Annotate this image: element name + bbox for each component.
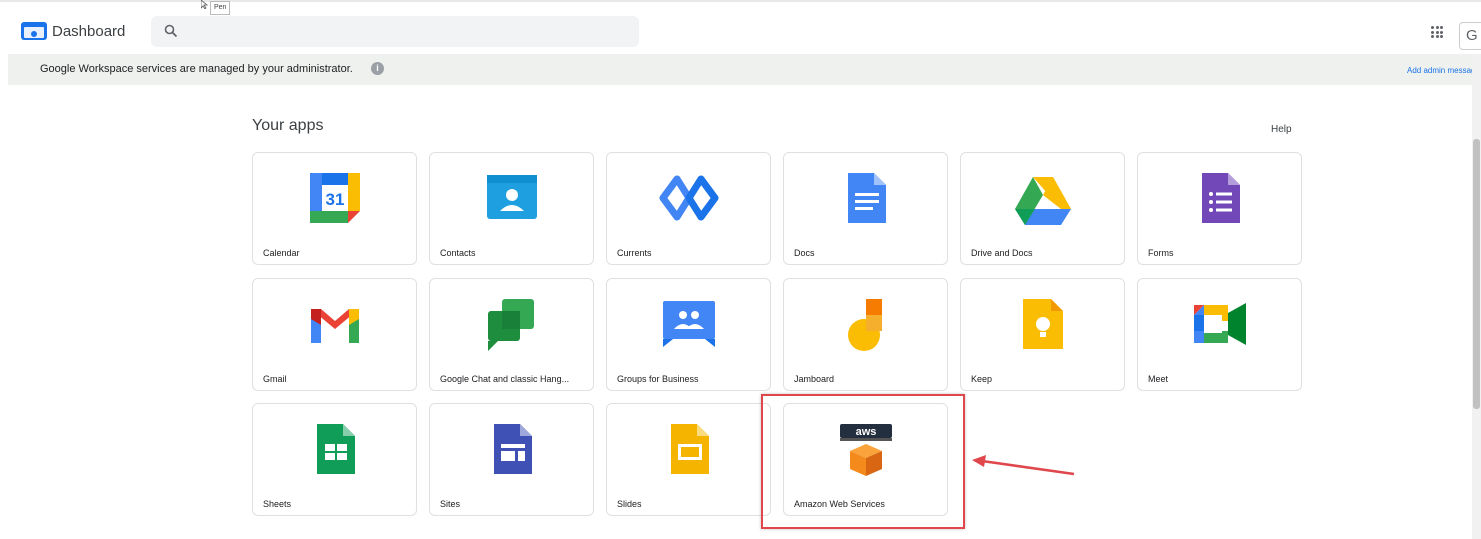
- app-label: Calendar: [263, 248, 300, 258]
- scrollbar-thumb[interactable]: [1473, 139, 1480, 409]
- info-icon[interactable]: i: [371, 62, 384, 75]
- help-link[interactable]: Help: [1271, 124, 1292, 135]
- app-label: Jamboard: [794, 374, 835, 384]
- app-launcher-icon[interactable]: [1431, 26, 1443, 38]
- app-label: Meet: [1148, 374, 1169, 384]
- app-tile-jamboard[interactable]: Jamboard: [783, 278, 948, 391]
- app-label: Sites: [440, 499, 461, 509]
- forms-icon: [1201, 173, 1240, 223]
- app-label: Contacts: [440, 248, 476, 258]
- currents-icon: [659, 175, 718, 221]
- app-label: Forms: [1148, 248, 1174, 258]
- keep-icon: [1022, 299, 1063, 349]
- chat-icon: [487, 299, 534, 351]
- contacts-icon: [486, 175, 537, 219]
- app-tile-currents[interactable]: Currents: [606, 152, 771, 265]
- app-label: Slides: [617, 499, 642, 509]
- app-tile-slides[interactable]: Slides: [606, 403, 771, 516]
- app-tile-chat[interactable]: Google Chat and classic Hang...: [429, 278, 594, 391]
- dashboard-logo-icon[interactable]: [20, 20, 48, 42]
- cursor-tooltip: Pen: [210, 1, 231, 15]
- app-label: Sheets: [263, 499, 292, 509]
- app-tile-meet[interactable]: Meet: [1137, 278, 1302, 391]
- meet-icon: [1193, 303, 1246, 345]
- app-label: Groups for Business: [617, 374, 699, 384]
- svg-text:31: 31: [325, 190, 344, 209]
- app-tile-contacts[interactable]: Contacts: [429, 152, 594, 265]
- search-input[interactable]: [151, 16, 639, 47]
- app-tile-forms[interactable]: Forms: [1137, 152, 1302, 265]
- groups-icon: [662, 301, 715, 347]
- banner-message: Google Workspace services are managed by…: [40, 63, 353, 75]
- top-bar: Dashboard Pen G: [0, 0, 1481, 54]
- cursor-icon: [201, 0, 209, 9]
- app-label: Google Chat and classic Hang...: [440, 374, 570, 384]
- app-tile-keep[interactable]: Keep: [960, 278, 1125, 391]
- app-tile-calendar[interactable]: 31 Calendar: [252, 152, 417, 265]
- app-label: Gmail: [263, 374, 287, 384]
- app-tile-groups[interactable]: Groups for Business: [606, 278, 771, 391]
- sheets-icon: [316, 424, 355, 474]
- drive-icon: [1014, 177, 1071, 225]
- app-title[interactable]: Dashboard: [52, 23, 125, 40]
- jamboard-icon: [847, 299, 882, 351]
- app-tile-sites[interactable]: Sites: [429, 403, 594, 516]
- add-admin-message-link[interactable]: Add admin messag: [1407, 66, 1475, 75]
- annotation-arrow-icon: [972, 455, 1075, 476]
- section-title: Your apps: [252, 117, 324, 134]
- account-button[interactable]: G: [1459, 22, 1481, 50]
- app-label: Keep: [971, 374, 993, 384]
- app-tile-drive[interactable]: Drive and Docs: [960, 152, 1125, 265]
- sites-icon: [493, 424, 532, 474]
- docs-icon: [847, 173, 886, 223]
- app-label: Currents: [617, 248, 652, 258]
- app-tile-sheets[interactable]: Sheets: [252, 403, 417, 516]
- highlight-box: [761, 394, 965, 529]
- app-label: Drive and Docs: [971, 248, 1033, 258]
- scrollbar[interactable]: [1472, 54, 1481, 539]
- app-tile-gmail[interactable]: Gmail: [252, 278, 417, 391]
- slides-icon: [670, 424, 709, 474]
- calendar-icon: 31: [309, 173, 360, 223]
- app-label: Docs: [794, 248, 815, 258]
- search-icon[interactable]: [164, 24, 178, 38]
- admin-banner: Google Workspace services are managed by…: [8, 54, 1475, 85]
- gmail-icon: [310, 309, 359, 343]
- app-tile-docs[interactable]: Docs: [783, 152, 948, 265]
